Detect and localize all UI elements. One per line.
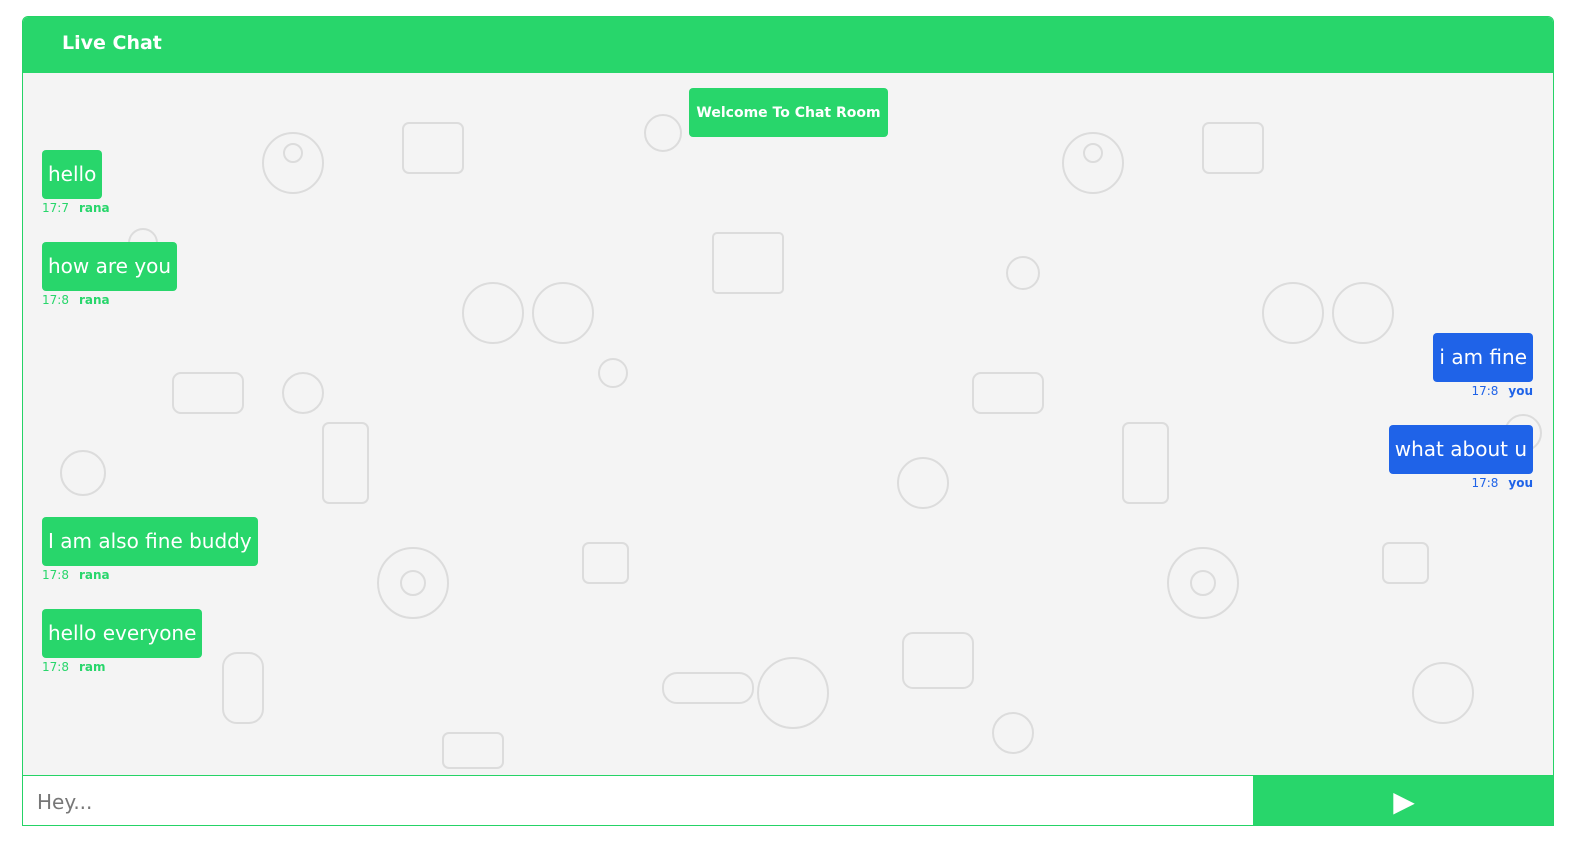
message-bubble: hello [42, 150, 103, 199]
message-meta: 17:8 you [1433, 384, 1533, 398]
message-meta: 17:8 rana [42, 568, 258, 582]
message-item: I am also fine buddy 17:8 rana [42, 517, 258, 582]
message-item: i am fine 17:8 you [1433, 333, 1533, 398]
message-time: 17:8 [42, 293, 69, 307]
message-item: hello 17:7 rana [42, 150, 110, 215]
welcome-banner: Welcome To Chat Room [689, 88, 888, 137]
message-meta: 17:7 rana [42, 201, 110, 215]
message-time: 17:7 [42, 201, 69, 215]
send-button[interactable]: ▶ [1253, 776, 1553, 825]
message-bubble: hello everyone [42, 609, 203, 658]
send-icon: ▶ [1393, 785, 1415, 817]
message-sender: ram [78, 660, 106, 674]
message-time: 17:8 [1471, 476, 1499, 490]
message-item: how are you 17:8 rana [42, 242, 178, 307]
chat-window: Live Chat Welcome To Chat Room hello 17:… [22, 16, 1554, 826]
message-bubble: I am also fine buddy [42, 517, 258, 566]
message-bubble: how are you [42, 242, 178, 291]
message-item: what about u 17:8 you [1388, 425, 1533, 490]
message-meta: 17:8 rana [42, 293, 177, 307]
message-time: 17:8 [42, 660, 69, 674]
message-sender: you [1508, 384, 1533, 398]
message-meta: 17:8 you [1389, 476, 1533, 490]
message-sender: you [1508, 476, 1533, 490]
message-time: 17:8 [1471, 384, 1499, 398]
message-sender: rana [78, 293, 110, 307]
message-input[interactable] [23, 776, 1253, 825]
message-meta: 17:8 ram [42, 660, 202, 674]
message-bubble: what about u [1388, 425, 1533, 474]
message-item: hello everyone 17:8 ram [42, 609, 203, 674]
doodle-wallpaper [60, 114, 1542, 769]
message-sender: rana [78, 568, 110, 582]
chat-title: Live Chat [62, 32, 162, 54]
messages-area[interactable]: Welcome To Chat Room hello 17:7 rana how … [23, 73, 1553, 775]
message-time: 17:8 [42, 568, 69, 582]
message-bubble: i am fine [1433, 333, 1533, 382]
message-composer: ▶ [23, 775, 1553, 825]
message-sender: rana [78, 201, 110, 215]
chat-header: Live Chat [23, 17, 1553, 73]
